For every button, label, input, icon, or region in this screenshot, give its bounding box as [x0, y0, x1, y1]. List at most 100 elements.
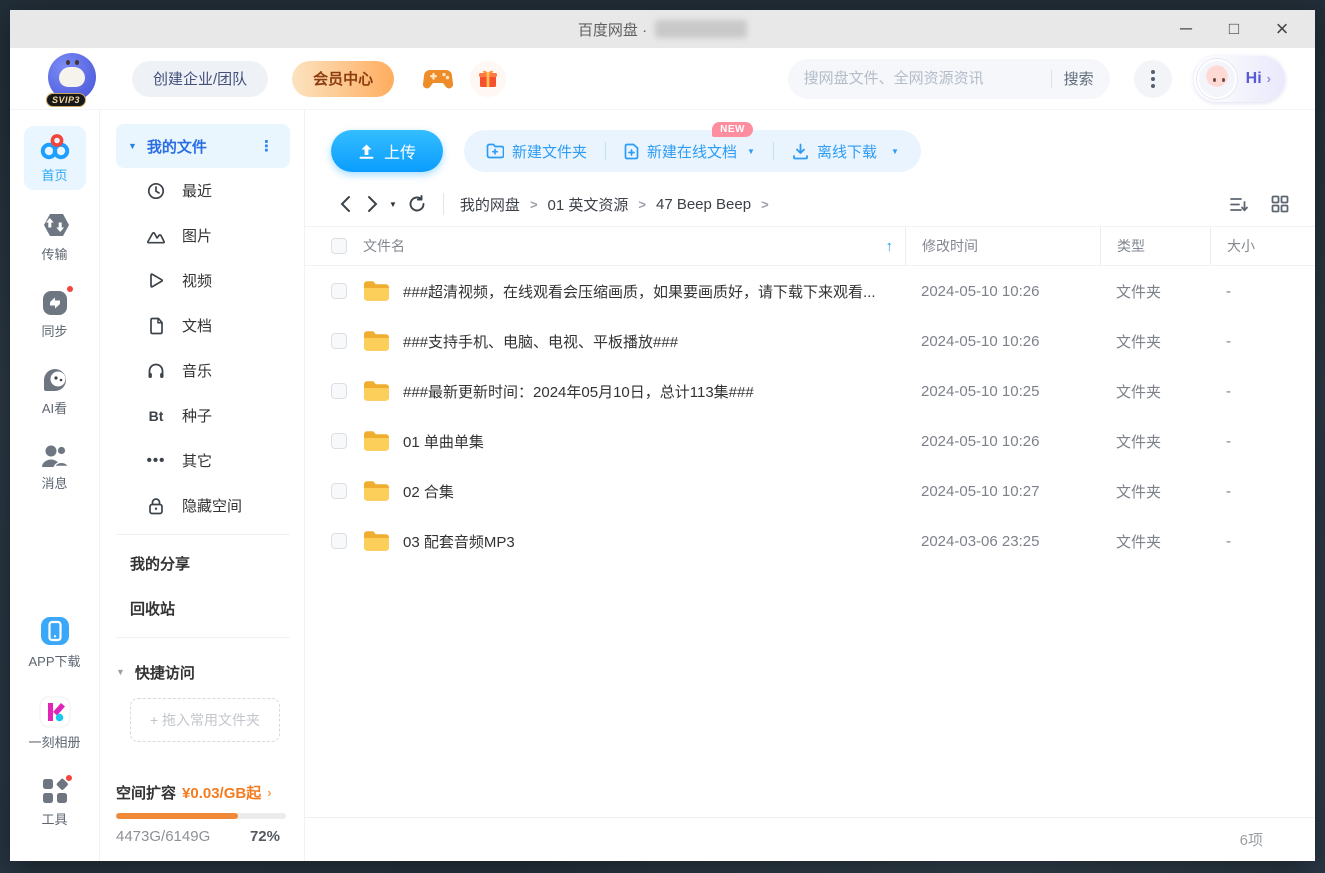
- favorite-folder-dropzone[interactable]: + 拖入常用文件夹: [130, 698, 280, 742]
- header: SVIP3 创建企业/团队 会员中心 搜索: [10, 48, 1315, 110]
- phone-download-icon: [40, 617, 69, 645]
- file-name[interactable]: ###支持手机、电脑、电视、平板播放###: [403, 331, 905, 352]
- chevron-down-icon: ▼: [116, 667, 125, 677]
- create-team-button[interactable]: 创建企业/团队: [132, 60, 269, 97]
- sidebar-item-pictures[interactable]: 图片: [116, 213, 290, 258]
- rail-item-home[interactable]: 首页: [23, 126, 86, 190]
- search-button[interactable]: 搜索: [1064, 68, 1094, 89]
- rail-item-app-download[interactable]: APP下载: [24, 608, 86, 676]
- history-dropdown-icon[interactable]: ▼: [389, 200, 397, 209]
- storage-panel: 空间扩容 ¥0.03/GB起 › 4473G/6149G 72%: [116, 782, 290, 845]
- file-size: -: [1226, 332, 1231, 350]
- table-row[interactable]: ###超清视频，在线观看会压缩画质，如果要画质好，请下载下来观看... 2024…: [305, 266, 1315, 316]
- file-name[interactable]: ###最新更新时间：2024年05月10日，总计113集###: [403, 381, 905, 402]
- table-row[interactable]: ###支持手机、电脑、电视、平板播放### 2024-05-10 10:26 文…: [305, 316, 1315, 366]
- row-checkbox[interactable]: [331, 533, 347, 549]
- back-button[interactable]: [331, 190, 359, 218]
- titlebar: 百度网盘 · ─ □ ×: [10, 10, 1315, 48]
- sidebar-item-my-shares[interactable]: 我的分享: [116, 541, 290, 586]
- row-checkbox[interactable]: [331, 333, 347, 349]
- gift-button[interactable]: [470, 60, 507, 97]
- rail-item-ai-view[interactable]: AI看: [24, 359, 86, 423]
- rail-item-tools[interactable]: 工具: [24, 770, 86, 834]
- sidebar-item-others[interactable]: ••• 其它: [116, 438, 290, 483]
- file-size: -: [1226, 432, 1231, 450]
- sidebar-item-music[interactable]: 音乐: [116, 348, 290, 393]
- row-checkbox[interactable]: [331, 283, 347, 299]
- storage-progress-bar: [116, 813, 286, 819]
- divider: [772, 142, 774, 160]
- rail-item-sync[interactable]: 同步: [24, 282, 86, 346]
- game-center-button[interactable]: [420, 61, 456, 97]
- file-size: -: [1226, 382, 1231, 400]
- account-pill[interactable]: Hi ›: [1193, 55, 1285, 102]
- my-files-menu-icon[interactable]: ⋮: [255, 137, 278, 155]
- table-row[interactable]: 02 合集 2024-05-10 10:27 文件夹 -: [305, 466, 1315, 516]
- folder-icon: [363, 380, 390, 402]
- file-name[interactable]: 03 配套音频MP3: [403, 531, 905, 552]
- file-name[interactable]: ###超清视频，在线观看会压缩画质，如果要画质好，请下载下来观看...: [403, 281, 905, 302]
- file-name[interactable]: 02 合集: [403, 481, 905, 502]
- maximize-button[interactable]: □: [1215, 12, 1253, 46]
- sidebar-item-documents[interactable]: 文档: [116, 303, 290, 348]
- new-folder-button[interactable]: 新建文件夹: [484, 141, 589, 162]
- chevron-right-icon: ›: [267, 785, 272, 800]
- grid-view-button[interactable]: [1271, 195, 1289, 213]
- breadcrumb-item[interactable]: 我的网盘: [460, 194, 520, 215]
- sidebar-item-hidden-space[interactable]: 隐藏空间: [116, 483, 290, 528]
- file-size: -: [1226, 532, 1231, 550]
- offline-download-button[interactable]: 离线下载 ▼: [790, 141, 901, 162]
- column-header-name[interactable]: 文件名: [363, 236, 405, 256]
- row-checkbox[interactable]: [331, 483, 347, 499]
- file-modified: 2024-05-10 10:27: [921, 482, 1040, 500]
- sidebar-item-recycle-bin[interactable]: 回收站: [116, 586, 290, 631]
- file-modified: 2024-05-10 10:26: [921, 432, 1040, 450]
- app-window: 百度网盘 · ─ □ × SVIP3 创建企业/团队 会员中心 搜网盘文件、全网…: [10, 10, 1315, 861]
- column-header-type[interactable]: 类型: [1100, 227, 1210, 265]
- sidebar-item-torrents[interactable]: Bt 种子: [116, 393, 290, 438]
- status-bar: 6项: [305, 817, 1315, 861]
- expand-storage-link[interactable]: 空间扩容 ¥0.03/GB起 ›: [116, 782, 286, 803]
- header-menu-button[interactable]: [1133, 59, 1172, 98]
- refresh-button[interactable]: [403, 190, 431, 218]
- forward-button[interactable]: [359, 190, 387, 218]
- storage-percent-text: 72%: [249, 828, 280, 845]
- column-header-size[interactable]: 大小: [1210, 227, 1315, 265]
- greeting-text: Hi: [1245, 69, 1262, 87]
- close-button[interactable]: ×: [1263, 12, 1301, 46]
- sort-ascending-icon[interactable]: ↑: [886, 238, 894, 255]
- user-logo[interactable]: SVIP3: [46, 52, 100, 107]
- select-all-checkbox[interactable]: [331, 238, 347, 254]
- sidebar-item-my-files[interactable]: ▼ 我的文件 ⋮: [116, 124, 290, 168]
- row-checkbox[interactable]: [331, 383, 347, 399]
- upload-button[interactable]: 上传: [331, 130, 444, 172]
- row-checkbox[interactable]: [331, 433, 347, 449]
- file-modified: 2024-05-10 10:25: [921, 382, 1040, 400]
- search-input[interactable]: [803, 70, 1039, 87]
- rail-item-photo-album[interactable]: 一刻相册: [24, 689, 86, 757]
- column-header-modified[interactable]: 修改时间: [905, 227, 1100, 265]
- toolbar-group: 新建文件夹 NEW 新建在线文档 ▼ 离线下载 ▼: [464, 121, 921, 172]
- new-online-doc-button[interactable]: NEW 新建在线文档 ▼: [622, 121, 757, 162]
- album-icon: [39, 696, 70, 728]
- file-name[interactable]: 01 单曲单集: [403, 431, 905, 452]
- vip-center-button[interactable]: 会员中心: [292, 60, 395, 97]
- sort-order-button[interactable]: [1229, 196, 1249, 213]
- breadcrumb-item[interactable]: 01 英文资源: [548, 194, 629, 215]
- image-icon: [146, 231, 166, 244]
- breadcrumb-item[interactable]: 47 Beep Beep: [656, 196, 751, 213]
- table-row[interactable]: 01 单曲单集 2024-05-10 10:26 文件夹 -: [305, 416, 1315, 466]
- rail-item-messages[interactable]: 消息: [24, 436, 86, 498]
- file-table-header: 文件名 ↑ 修改时间 类型 大小: [305, 226, 1315, 266]
- folder-icon: [363, 330, 390, 352]
- table-row[interactable]: ###最新更新时间：2024年05月10日，总计113集### 2024-05-…: [305, 366, 1315, 416]
- sidebar-item-quick-access[interactable]: ▼ 快捷访问: [116, 652, 290, 692]
- minimize-button[interactable]: ─: [1167, 12, 1205, 46]
- divider: [116, 534, 290, 535]
- sidebar-item-recent[interactable]: 最近: [116, 168, 290, 213]
- sidebar-item-videos[interactable]: 视频: [116, 258, 290, 303]
- sort-list-icon: [1230, 197, 1248, 211]
- rail-item-transfer[interactable]: 传输: [24, 203, 86, 269]
- transfer-icon: [43, 214, 69, 236]
- table-row[interactable]: 03 配套音频MP3 2024-03-06 23:25 文件夹 -: [305, 516, 1315, 566]
